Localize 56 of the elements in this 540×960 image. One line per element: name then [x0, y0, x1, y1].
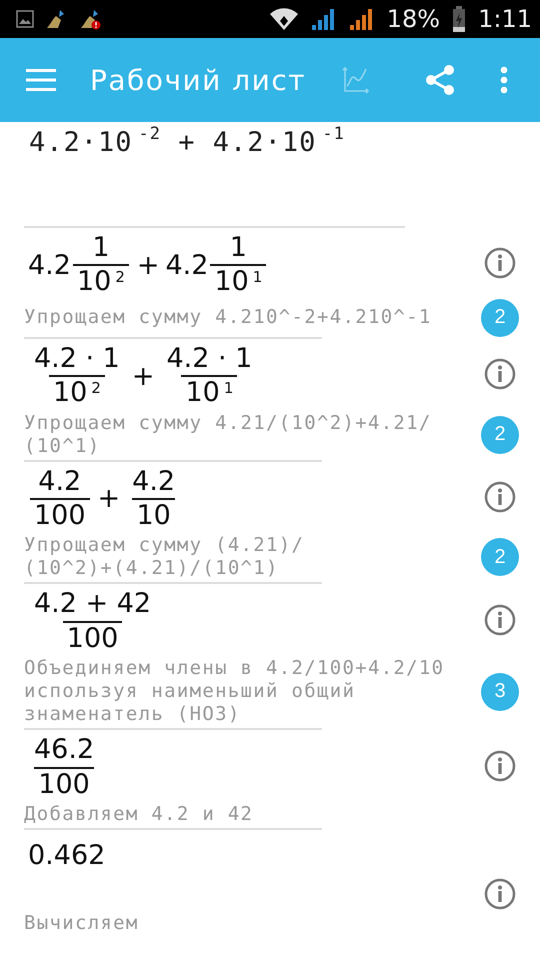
math-operator: + — [132, 360, 154, 392]
step-count-badge[interactable]: 3 — [481, 672, 519, 711]
math-term: 10 — [76, 266, 112, 299]
math-term: 4.2 — [38, 466, 82, 498]
step-count-badge[interactable]: 2 — [481, 416, 519, 454]
exponent: 1 — [224, 378, 234, 396]
clock: 1:11 — [478, 5, 532, 33]
info-icon[interactable] — [484, 878, 516, 910]
math-term: 4.2 — [28, 250, 71, 281]
math-term: 4.2 — [165, 250, 208, 281]
math-term: 4.2 · 1 — [34, 342, 120, 376]
wifi-icon — [268, 7, 299, 31]
info-icon[interactable] — [484, 358, 516, 390]
math-term: 100 — [66, 622, 118, 656]
info-icon[interactable] — [484, 750, 516, 782]
step-explanation: Вычисляем — [23, 910, 140, 936]
step-explanation: Упрощаем сумму (4.21)/ (10^2)+(4.21)/(10^1) — [23, 533, 306, 582]
exponent: 1 — [252, 267, 262, 286]
math-term: 1 — [230, 232, 247, 264]
step-count-badge[interactable]: 2 — [481, 298, 519, 337]
math-term: 0.462 — [28, 840, 106, 872]
expression-input[interactable]: 4.2·10$^{-2}$ + 4.2·10$^{-1}$ — [0, 122, 540, 226]
app-title: Рабочий лист — [90, 64, 308, 96]
math-term: 10 — [52, 377, 88, 410]
step-explanation: Объединяем члены в 4.2/100+4.2/10 используя наименьший общий знаменатель (НОЗ) — [23, 656, 446, 728]
math-term: 1 — [92, 232, 110, 264]
math-term: 46.2 — [34, 734, 94, 767]
share-icon — [425, 64, 455, 96]
signal-icon — [348, 7, 375, 31]
info-icon[interactable] — [484, 604, 516, 636]
battery-icon — [452, 6, 466, 32]
math-term: 4.2 — [132, 466, 176, 498]
exponent: 2 — [115, 267, 125, 286]
step-explanation: Добавляем 4.2 и 42 — [23, 802, 254, 827]
math-term: 10 — [185, 377, 220, 410]
math-operator: + — [136, 250, 160, 281]
math-term: 4.2 · 1 — [166, 342, 252, 376]
battery-percent: 18% — [386, 5, 440, 33]
info-icon[interactable] — [484, 247, 516, 280]
math-term: 10 — [136, 500, 171, 532]
math-operator: + — [98, 483, 120, 514]
menu-button[interactable] — [26, 68, 56, 92]
more-icon — [500, 66, 508, 94]
math-term: 100 — [34, 500, 86, 532]
info-icon[interactable] — [484, 480, 516, 513]
chart-icon — [342, 66, 370, 94]
image-icon — [16, 10, 34, 28]
step-explanation: Упрощаем сумму 4.21/(10^2)+4.21/ (10^1) — [23, 410, 433, 459]
exponent: 2 — [91, 378, 101, 396]
math-term: 10 — [214, 266, 249, 299]
math-term: 100 — [38, 768, 90, 801]
math-term: 4.2 + 42 — [34, 588, 152, 621]
signal-icon — [310, 7, 337, 31]
step-count-badge[interactable]: 2 — [481, 538, 519, 576]
broom-alert-icon — [80, 8, 102, 30]
step-explanation: Упрощаем сумму 4.210^-2+4.210^-1 — [23, 305, 433, 330]
